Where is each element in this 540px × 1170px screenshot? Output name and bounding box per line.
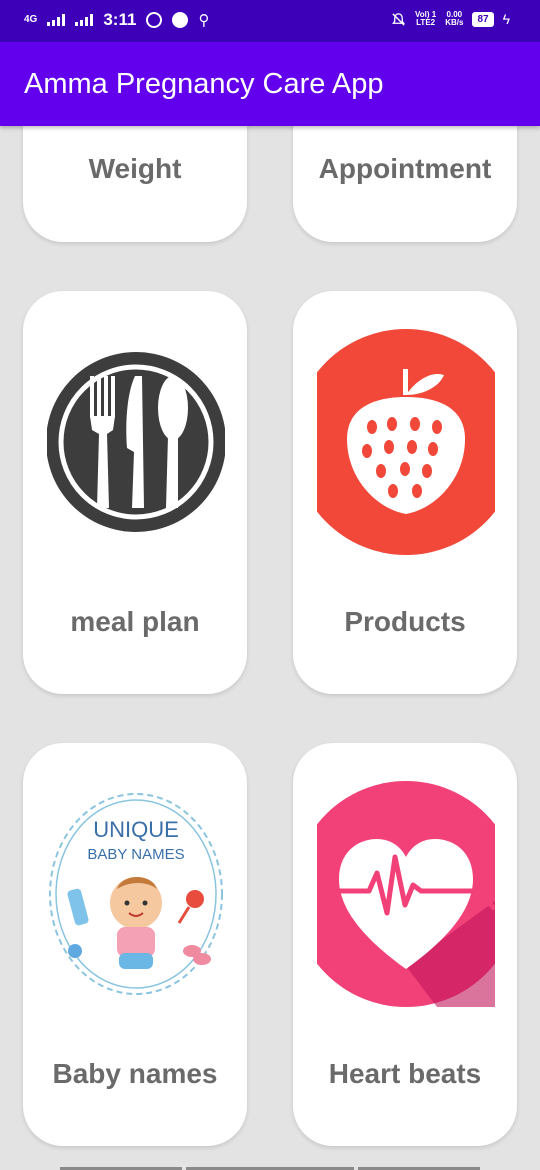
volte-indicator: Vol) 1 LTE2 [415,10,437,27]
signal-icon [47,14,66,26]
whatsapp-icon [146,12,163,28]
baby-names-label: Baby names [52,1058,218,1089]
battery-icon: 87 [472,11,494,27]
heart-beats-card[interactable]: Heart beats [293,743,517,1146]
meal-plan-label: meal plan [70,606,200,637]
appointment-card[interactable]: Appointment [293,126,517,242]
charging-icon: ϟ [502,11,510,27]
mute-bell-icon [392,12,405,26]
usb-icon: ⚲ [198,12,210,29]
network-type: 4G [24,14,38,25]
fork-knife-spoon-icon [47,329,225,555]
network-speed: 0.00 KB/s [445,10,464,27]
baby-names-card[interactable]: UNIQUE BABY NAMES Baby names [23,743,247,1146]
heart-beats-label: Heart beats [328,1058,482,1089]
baby-names-icon: UNIQUE BABY NAMES [47,781,225,1007]
strawberry-icon [317,329,495,555]
heartbeat-icon [317,781,495,1007]
products-card[interactable]: Products [293,291,517,694]
app-title: Amma Pregnancy Care App [24,68,384,100]
app-bar: Amma Pregnancy Care App [0,42,540,126]
svg-text:UNIQUE: UNIQUE [93,817,179,842]
compass-icon [172,12,189,28]
products-label: Products [344,606,466,637]
weight-card[interactable]: Weight [23,126,247,242]
svg-text:BABY NAMES: BABY NAMES [87,846,184,863]
weight-label: Weight [88,153,182,184]
signal-2-icon [75,14,94,26]
appointment-label: Appointment [318,153,492,184]
menu-grid[interactable]: Weight Appointment meal plan Products UN… [0,126,540,1170]
meal-plan-card[interactable]: meal plan [23,291,247,694]
status-bar: 4G 3:11 ⚲ Vol) 1 LTE2 0.00 KB/s 87 ϟ [0,0,540,42]
status-time: 3:11 [103,10,137,29]
